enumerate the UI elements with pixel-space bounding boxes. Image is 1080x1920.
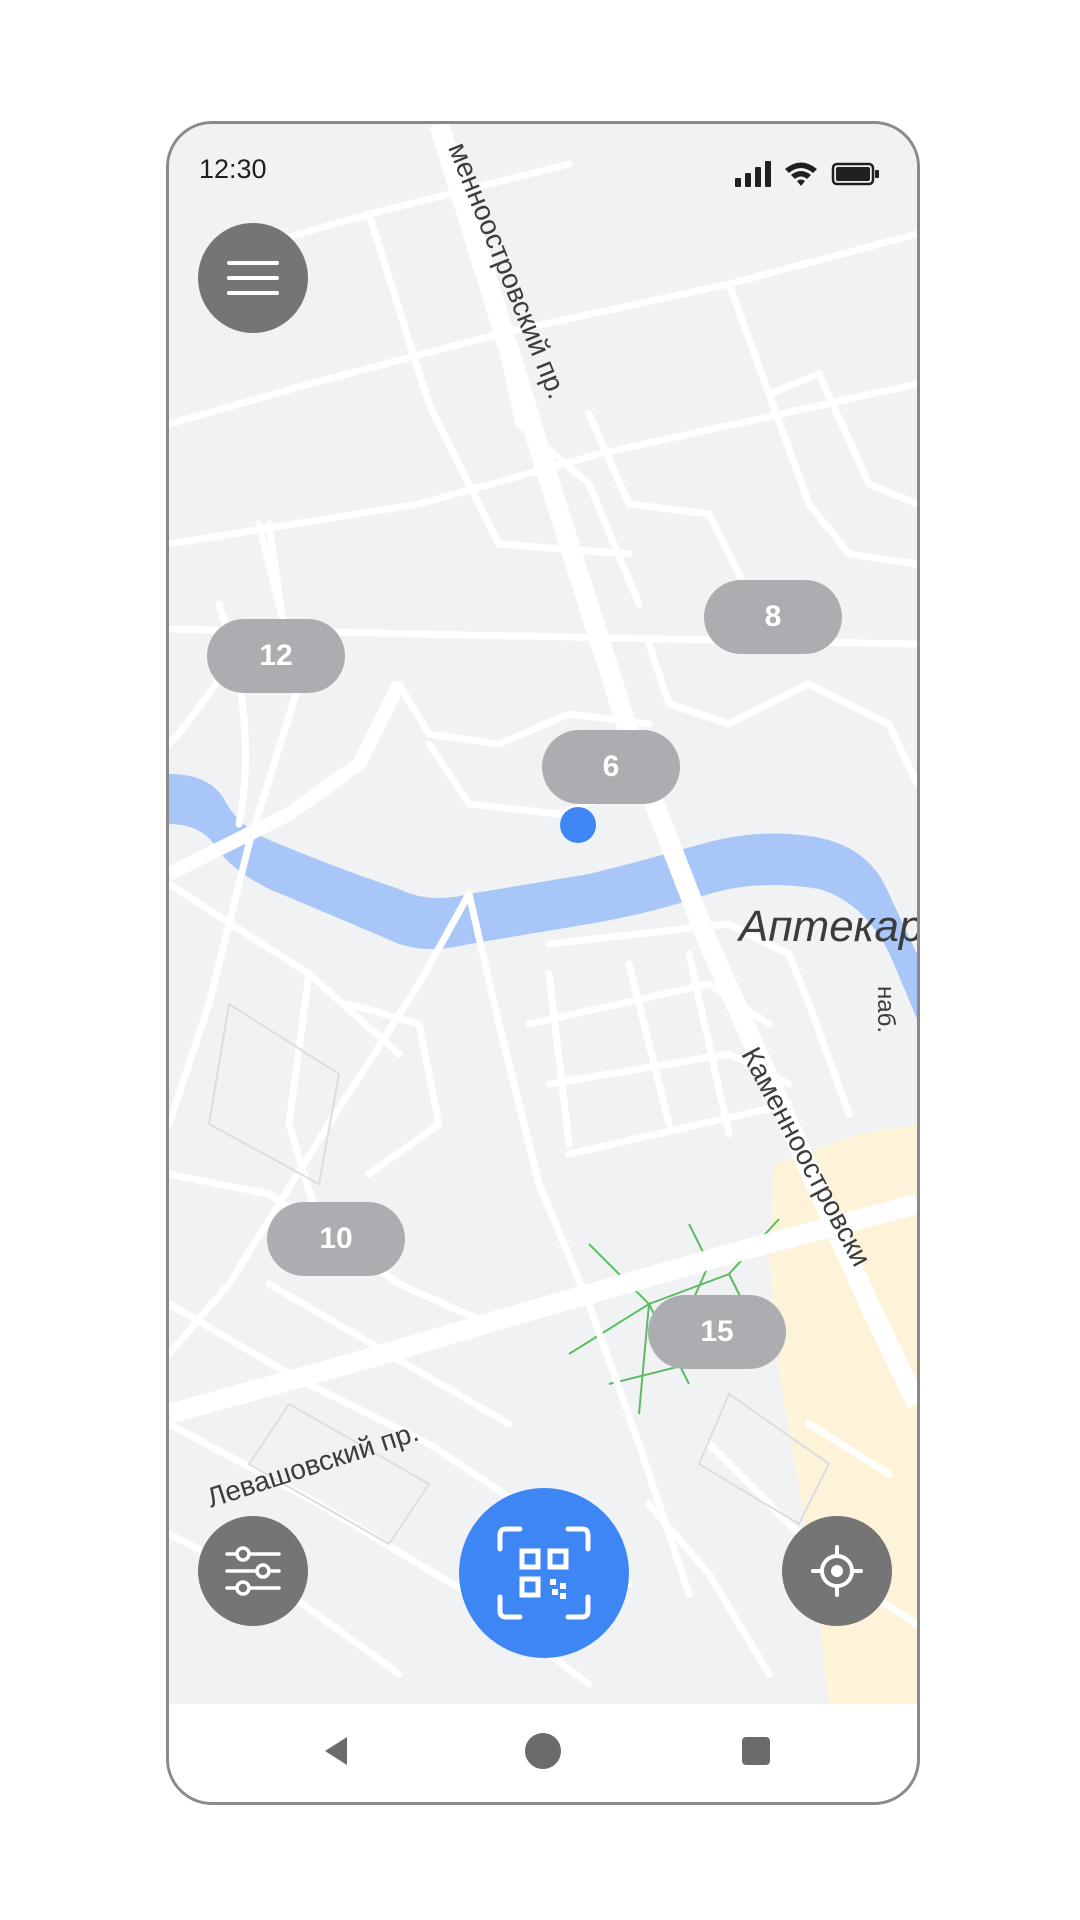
- map-cluster-marker[interactable]: 12: [207, 619, 345, 693]
- recents-square-icon: [742, 1737, 770, 1765]
- wifi-icon: [785, 162, 817, 186]
- status-time: 12:30: [199, 154, 267, 184]
- menu-button[interactable]: [198, 223, 308, 333]
- battery-icon: [831, 162, 879, 186]
- menu-icon: [227, 261, 279, 295]
- locate-me-button[interactable]: [782, 1516, 892, 1626]
- filter-sliders-icon: [225, 1546, 281, 1596]
- nav-home-button[interactable]: [518, 1726, 568, 1776]
- back-triangle-icon: [325, 1737, 347, 1765]
- status-icons: [735, 160, 885, 190]
- system-nav-bar: [169, 1704, 917, 1802]
- home-circle-icon: [525, 1733, 561, 1769]
- phone-frame: менноостровский пр. Каменноостровски Лев…: [166, 121, 920, 1805]
- map-cluster-marker[interactable]: 15: [648, 1295, 786, 1369]
- street-label-naberezhnaya: наб.: [872, 986, 899, 1034]
- map-cluster-marker[interactable]: 8: [704, 580, 842, 654]
- map-view[interactable]: менноостровский пр. Каменноостровски Лев…: [169, 124, 917, 1704]
- place-label-aptekarsky: Аптекар: [739, 902, 917, 951]
- locate-crosshair-icon: [811, 1545, 863, 1597]
- nav-recents-button[interactable]: [731, 1726, 781, 1776]
- filter-button[interactable]: [198, 1516, 308, 1626]
- qr-scan-icon: [497, 1526, 591, 1620]
- map-cluster-marker[interactable]: 6: [542, 730, 680, 804]
- nav-back-button[interactable]: [311, 1726, 361, 1776]
- signal-icon: [735, 161, 771, 187]
- user-location-dot: [560, 807, 596, 843]
- status-bar: 12:30: [169, 124, 917, 194]
- map-cluster-marker[interactable]: 10: [267, 1202, 405, 1276]
- scan-qr-button[interactable]: [459, 1488, 629, 1658]
